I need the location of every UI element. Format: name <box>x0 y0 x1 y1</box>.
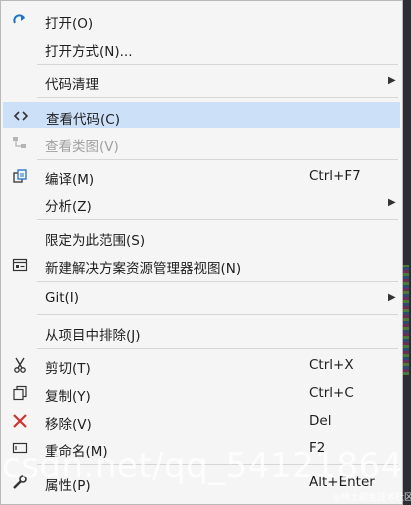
menu-item-label: 编译(M) <box>45 172 95 188</box>
menu-item-label: 打开方式(N)... <box>45 44 133 60</box>
menu-item-shortcut: Ctrl+X <box>309 357 354 373</box>
menu-separator <box>37 219 398 220</box>
submenu-arrow-icon: ▶ <box>388 197 396 208</box>
menu-item-label: 打开(O) <box>45 16 94 32</box>
menu-item-compile[interactable]: 编译(M) Ctrl+F7 <box>3 163 400 189</box>
menu-separator <box>37 314 398 315</box>
menu-item-label: 分析(Z) <box>45 199 92 215</box>
menu-item-cut[interactable]: 剪切(T) Ctrl+X <box>3 352 400 378</box>
menu-item-label: 属性(P) <box>45 478 91 494</box>
menu-item-rename[interactable]: 重命名(M) F2 <box>3 435 400 461</box>
copy-icon <box>12 385 28 401</box>
menu-item-label: 剪切(T) <box>45 361 91 377</box>
submenu-arrow-icon: ▶ <box>388 292 396 303</box>
menu-item-label: Git(I) <box>45 290 80 306</box>
redo-arrow-icon <box>12 12 28 28</box>
menu-item-scope-to-this[interactable]: 限定为此范围(S) <box>3 224 400 250</box>
menu-item-label: 从项目中排除(J) <box>45 328 141 344</box>
menu-item-open-with[interactable]: 打开方式(N)... <box>3 35 400 61</box>
menu-item-remove[interactable]: 移除(V) Del <box>3 408 400 434</box>
scissors-icon <box>12 357 28 373</box>
menu-item-label: 复制(Y) <box>45 389 91 405</box>
menu-item-label: 限定为此范围(S) <box>45 233 146 249</box>
menu-separator <box>37 281 398 282</box>
context-menu: 打开(O) 打开方式(N)... 代码清理 ▶ 查看代码(C) 查看类图(V) … <box>0 0 403 505</box>
remove-x-icon <box>12 413 28 429</box>
menu-item-shortcut: F2 <box>309 440 326 456</box>
menu-separator <box>37 97 398 98</box>
menu-item-properties[interactable]: 属性(P) Alt+Enter <box>3 469 400 495</box>
menu-item-label: 查看代码(C) <box>46 112 120 128</box>
menu-item-open[interactable]: 打开(O) <box>3 7 400 33</box>
menu-separator <box>37 64 398 65</box>
solution-explorer-icon <box>12 257 28 273</box>
menu-item-shortcut: Alt+Enter <box>309 474 375 490</box>
menu-item-label: 新建解决方案资源管理器视图(N) <box>45 261 242 277</box>
compile-icon <box>12 168 28 184</box>
submenu-arrow-icon: ▶ <box>388 75 396 86</box>
menu-item-view-code[interactable]: 查看代码(C) <box>3 102 400 128</box>
menu-item-label: 重命名(M) <box>45 444 108 460</box>
wrench-icon <box>12 474 28 490</box>
code-icon <box>13 108 29 124</box>
menu-item-new-solution-explorer-view[interactable]: 新建解决方案资源管理器视图(N) <box>3 252 400 278</box>
menu-item-label: 代码清理 <box>45 77 99 93</box>
menu-separator <box>37 348 398 349</box>
menu-item-shortcut: Del <box>309 413 332 429</box>
menu-item-shortcut: Ctrl+F7 <box>309 168 361 184</box>
menu-item-analyze[interactable]: 分析(Z) ▶ <box>3 190 400 216</box>
class-diagram-icon <box>12 135 28 151</box>
menu-separator <box>37 464 398 465</box>
menu-item-view-class-diagram[interactable]: 查看类图(V) <box>3 130 400 156</box>
menu-item-shortcut: Ctrl+C <box>309 385 354 401</box>
menu-item-exclude-from-project[interactable]: 从项目中排除(J) <box>3 319 400 345</box>
menu-separator <box>37 159 398 160</box>
rename-icon <box>12 440 28 456</box>
menu-item-label: 查看类图(V) <box>45 139 119 155</box>
menu-item-code-cleanup[interactable]: 代码清理 ▶ <box>3 68 400 94</box>
menu-item-label: 移除(V) <box>45 417 92 433</box>
menu-item-copy[interactable]: 复制(Y) Ctrl+C <box>3 380 400 406</box>
menu-item-git[interactable]: Git(I) ▶ <box>3 285 400 311</box>
